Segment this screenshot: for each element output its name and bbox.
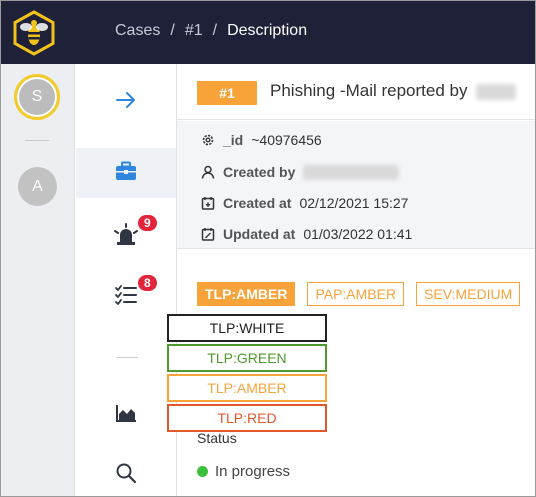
meta-updated-at-row: Updated at 01/03/2022 01:41 — [201, 224, 412, 244]
tlp-option-green[interactable]: TLP:GREEN — [167, 344, 327, 372]
meta-created-at-label: Created at — [223, 195, 292, 211]
checklist-icon — [114, 284, 138, 311]
breadcrumb-cases[interactable]: Cases — [115, 22, 160, 40]
nav-item-search[interactable] — [76, 450, 176, 496]
status-value: In progress — [197, 463, 290, 480]
breadcrumb-separator: / — [212, 22, 218, 39]
case-header: #1 Phishing -Mail reported by — [177, 64, 535, 120]
calendar-edit-icon — [201, 227, 215, 241]
tlp-option-red[interactable]: TLP:RED — [167, 404, 327, 432]
collapse-sidebar-button[interactable] — [76, 77, 176, 127]
case-detail-panel: #1 Phishing -Mail reported by _id ~40976… — [177, 64, 535, 496]
alerts-count-badge: 9 — [138, 215, 157, 231]
breadcrumb: Cases / #1 / Description — [115, 22, 307, 40]
area-chart-icon — [115, 403, 137, 428]
app-window: Cases / #1 / Description S A 9 8 #1 Phis… — [0, 0, 536, 497]
breadcrumb-case-number[interactable]: #1 — [185, 22, 203, 40]
tlp-tag[interactable]: TLP:AMBER — [197, 282, 296, 306]
nav-item-alerts[interactable]: 9 — [76, 211, 176, 261]
meta-id-value: ~40976456 — [251, 132, 322, 148]
briefcase-icon — [115, 161, 137, 186]
meta-id-label: _id — [223, 132, 244, 148]
user-avatar[interactable]: A — [18, 167, 57, 206]
divider — [25, 140, 49, 141]
nav-item-cases[interactable] — [76, 148, 176, 198]
current-user-avatar[interactable]: S — [14, 74, 60, 120]
search-icon — [115, 462, 137, 489]
meta-updated-at-value: 01/03/2022 01:41 — [303, 226, 413, 242]
meta-updated-at-label: Updated at — [223, 226, 296, 242]
meta-created-at-value: 02/12/2021 15:27 — [299, 195, 409, 211]
redacted-name — [476, 83, 517, 100]
case-number-badge: #1 — [197, 81, 257, 105]
case-metadata: _id ~40976456 Created by Created at 02/1… — [177, 121, 535, 249]
meta-created-by-label: Created by — [223, 164, 296, 180]
calendar-plus-icon — [201, 196, 215, 210]
gear-icon — [201, 133, 215, 147]
user-icon — [201, 165, 215, 179]
top-bar: Cases / #1 / Description — [1, 1, 535, 64]
meta-id-row: _id ~40976456 — [201, 130, 322, 150]
breadcrumb-separator: / — [170, 22, 175, 39]
meta-created-by-row: Created by — [201, 162, 400, 182]
siren-icon — [113, 222, 139, 251]
nav-item-dashboards[interactable] — [76, 390, 176, 440]
nav-sidebar: 9 8 — [76, 64, 177, 496]
case-tags: TLP:AMBER PAP:AMBER SEV:MEDIUM — [197, 282, 521, 306]
tlp-option-amber[interactable]: TLP:AMBER — [167, 374, 327, 402]
case-title: Phishing -Mail reported by — [270, 81, 517, 101]
status-text: In progress — [215, 463, 291, 480]
breadcrumb-current: Description — [227, 22, 308, 39]
status-label: Status — [197, 430, 237, 446]
arrow-right-icon — [115, 89, 137, 116]
redacted-creator — [303, 164, 400, 180]
tlp-option-white[interactable]: TLP:WHITE — [167, 314, 327, 342]
status-dot-icon — [197, 466, 208, 477]
meta-created-at-row: Created at 02/12/2021 15:27 — [201, 193, 408, 213]
thehive-logo-icon[interactable] — [11, 10, 57, 56]
tasks-count-badge: 8 — [138, 275, 157, 291]
case-title-text: Phishing -Mail reported by — [270, 81, 468, 100]
severity-tag[interactable]: SEV:MEDIUM — [416, 282, 521, 306]
user-sidebar: S A — [1, 64, 75, 496]
pap-tag[interactable]: PAP:AMBER — [307, 282, 405, 306]
nav-item-tasks[interactable]: 8 — [76, 272, 176, 322]
divider — [116, 357, 138, 358]
